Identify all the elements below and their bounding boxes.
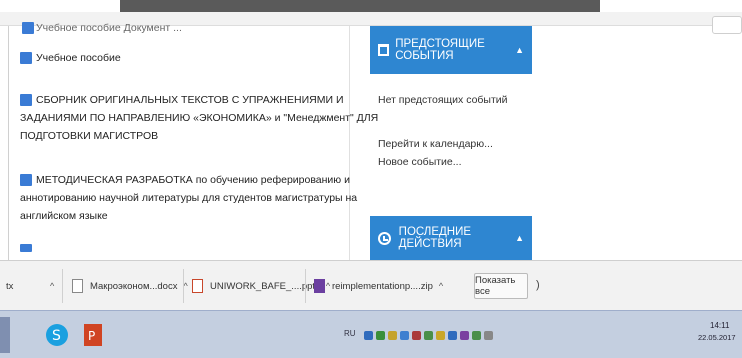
tray-icon[interactable] — [376, 331, 385, 340]
download-name: reimplementationp....zip — [332, 280, 433, 292]
document-icon — [20, 244, 32, 252]
skype-icon: S — [46, 324, 68, 346]
banner-blank — [600, 0, 742, 12]
download-item[interactable]: reimplementationp....zip ^ — [314, 273, 443, 299]
document-link-2-line3[interactable]: ПОДГОТОВКИ МАГИСТРОВ — [20, 128, 158, 144]
divider — [183, 269, 184, 303]
events-panel-header[interactable]: ПРЕДСТОЯЩИЕ СОБЫТИЯ ▲ — [370, 26, 532, 74]
activity-panel-title: ПОСЛЕДНИЕ ДЕЙСТВИЯ — [398, 226, 472, 250]
svg-text:P: P — [88, 329, 95, 343]
collapse-icon[interactable]: ▲ — [515, 45, 524, 55]
document-link-3-line3[interactable]: английском языке — [20, 208, 108, 224]
chevron-up-icon[interactable]: ^ — [183, 281, 187, 291]
tray-icon[interactable] — [424, 331, 433, 340]
language-indicator[interactable]: RU — [344, 329, 356, 338]
tray-icon[interactable] — [436, 331, 445, 340]
no-events-text: Нет предстоящих событий — [378, 94, 508, 106]
download-menu-arrow[interactable]: ^ — [44, 273, 54, 299]
download-name: Макроэконом...docx — [90, 280, 178, 292]
browser-viewport: Учебное пособие Документ ... Учебное пос… — [0, 0, 742, 260]
show-all-button[interactable]: Показать все — [474, 273, 528, 299]
document-link-3-line2[interactable]: аннотированию научной литературы для сту… — [20, 190, 357, 206]
tray-icon[interactable] — [388, 331, 397, 340]
divider — [305, 269, 306, 303]
powerpoint-taskbar-button[interactable]: P — [76, 317, 110, 353]
download-item[interactable]: tx — [6, 273, 13, 299]
system-tray: RU 14:11 22.05.2017 — [338, 321, 742, 347]
volume-icon[interactable] — [484, 331, 493, 340]
calendar-icon — [378, 44, 390, 56]
document-icon — [22, 22, 34, 34]
events-panel: ПРЕДСТОЯЩИЕ СОБЫТИЯ ▲ — [370, 26, 532, 74]
divider — [62, 269, 63, 303]
svg-text:S: S — [52, 328, 61, 344]
document-link-3[interactable]: МЕТОДИЧЕСКАЯ РАЗРАБОТКА по обучению рефе… — [36, 172, 350, 188]
tray-icon[interactable] — [412, 331, 421, 340]
tray-icon[interactable] — [472, 331, 481, 340]
taskbar-button-partial[interactable] — [0, 317, 10, 353]
clock-time[interactable]: 14:11 — [710, 321, 729, 330]
header-card[interactable] — [712, 16, 742, 34]
activity-panel: ПОСЛЕДНИЕ ДЕЙСТВИЯ ▲ — [370, 216, 532, 260]
content-border-right — [349, 26, 350, 260]
downloads-bar: tx ^ Макроэконом...docx ^ UNIWORK_BAFE_.… — [0, 260, 742, 310]
clock-date[interactable]: 22.05.2017 — [698, 333, 736, 342]
tray-icon[interactable] — [364, 331, 373, 340]
close-downloads-icon[interactable]: ) — [536, 279, 540, 291]
document-link-2-line2[interactable]: ЗАДАНИЯМИ ПО НАПРАВЛЕНИЮ «ЭКОНОМИКА» и "… — [20, 110, 378, 126]
skype-taskbar-button[interactable]: S — [40, 317, 74, 353]
chevron-up-icon[interactable]: ^ — [439, 281, 443, 291]
clock-icon — [378, 231, 391, 245]
download-item[interactable]: UNIWORK_BAFE_....pptx ^ — [192, 273, 330, 299]
document-link-2[interactable]: СБОРНИК ОРИГИНАЛЬНЫХ ТЕКСТОВ С УПРАЖНЕНИ… — [36, 92, 344, 108]
tray-icon[interactable] — [400, 331, 409, 340]
calendar-link[interactable]: Перейти к календарю... — [378, 138, 493, 150]
content-border-left — [8, 26, 9, 260]
windows-taskbar: S P RU 14:11 22.05.2017 — [0, 310, 742, 358]
document-icon — [20, 52, 32, 64]
collapse-icon[interactable]: ▲ — [515, 233, 524, 243]
tray-icon[interactable] — [448, 331, 457, 340]
download-item[interactable]: Макроэконом...docx ^ — [72, 273, 188, 299]
document-link-0[interactable]: Учебное пособие Документ ... — [36, 20, 182, 36]
document-icon — [20, 94, 32, 106]
activity-panel-header[interactable]: ПОСЛЕДНИЕ ДЕЙСТВИЯ ▲ — [370, 216, 532, 260]
archive-file-icon — [314, 279, 325, 293]
powerpoint-icon: P — [84, 324, 102, 346]
document-link-1[interactable]: Учебное пособие — [36, 50, 121, 66]
new-event-link[interactable]: Новое событие... — [378, 156, 462, 168]
word-file-icon — [72, 279, 83, 293]
download-name: UNIWORK_BAFE_....pptx — [210, 280, 320, 292]
powerpoint-file-icon — [192, 279, 203, 293]
document-icon — [20, 174, 32, 186]
page-banner-image — [120, 0, 600, 12]
tray-icon[interactable] — [460, 331, 469, 340]
download-name: tx — [6, 280, 14, 292]
events-panel-title: ПРЕДСТОЯЩИЕ СОБЫТИЯ — [395, 38, 485, 62]
